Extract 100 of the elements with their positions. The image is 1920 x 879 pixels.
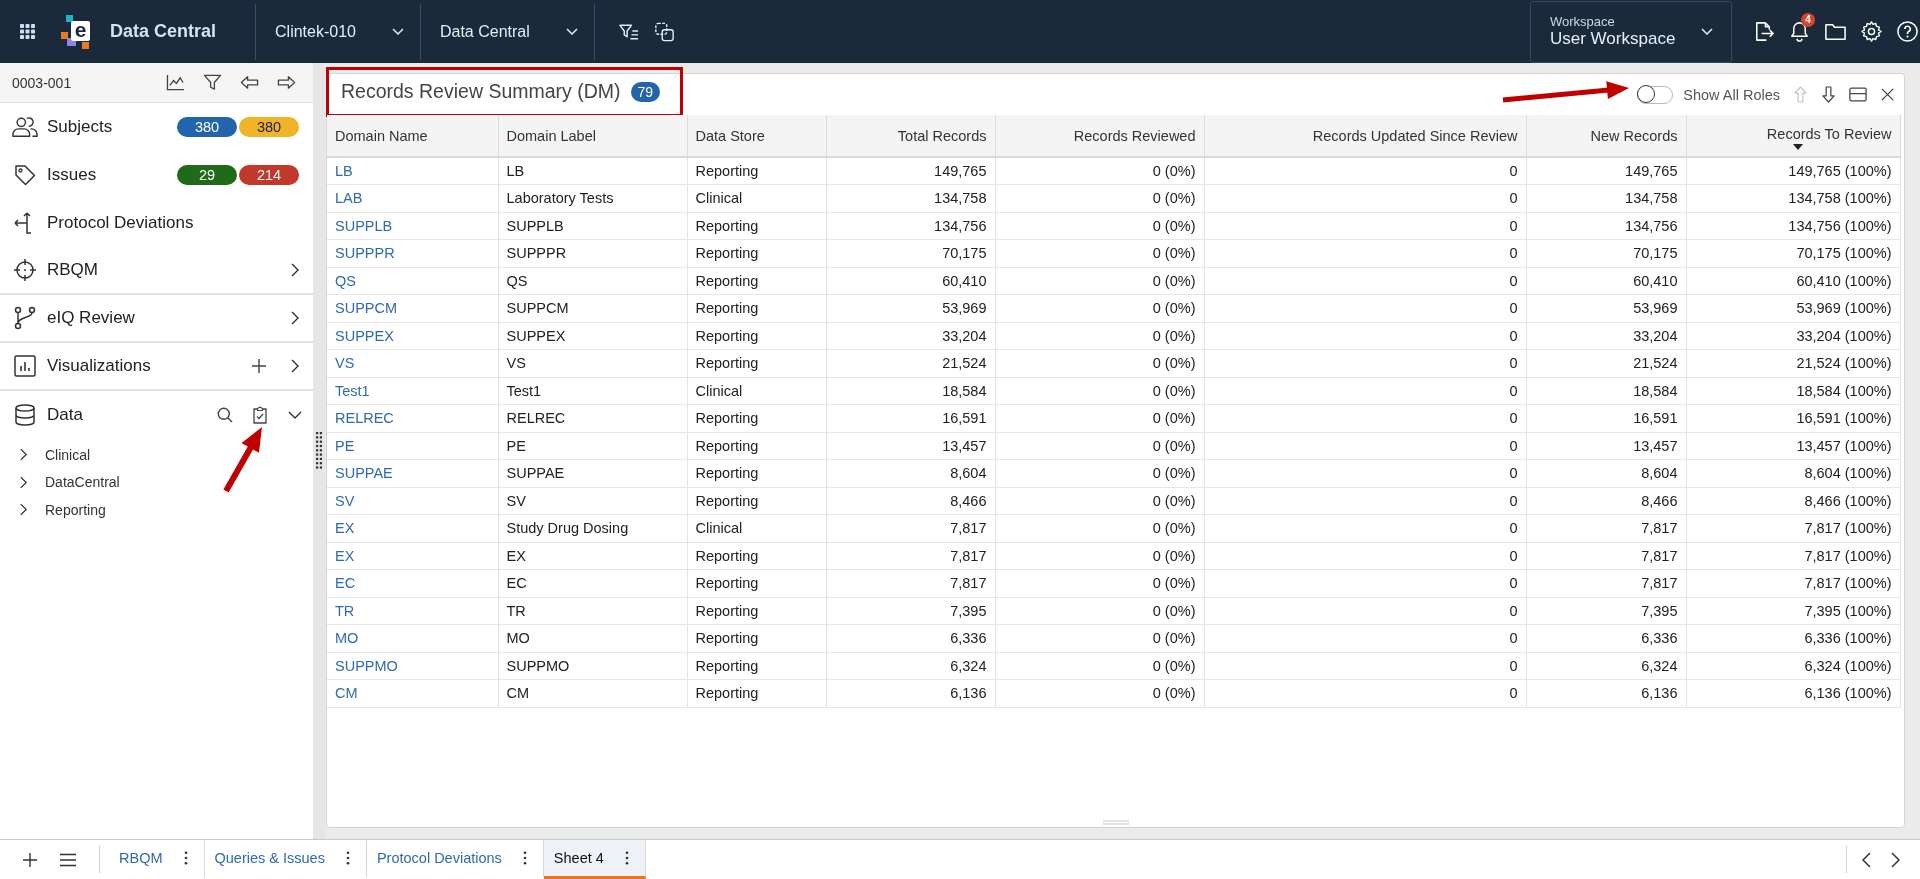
domain-link[interactable]: TR bbox=[335, 602, 355, 619]
sidebar-item[interactable]: RBQM bbox=[12, 258, 98, 282]
table-cell: 0 bbox=[1204, 487, 1526, 515]
apps-grid-icon[interactable] bbox=[20, 24, 35, 39]
chevron-down-icon bbox=[391, 28, 404, 35]
table-cell: Reporting bbox=[687, 542, 826, 570]
domain-link[interactable]: MO bbox=[335, 630, 359, 647]
domain-link[interactable]: SUPPLB bbox=[335, 217, 393, 234]
domain-link[interactable]: SUPPEX bbox=[335, 327, 394, 344]
chevron-right-icon[interactable] bbox=[19, 503, 28, 517]
domain-link[interactable]: RELREC bbox=[335, 410, 394, 427]
domain-link[interactable]: SV bbox=[335, 492, 355, 509]
sidebar-item[interactable]: Data bbox=[12, 403, 83, 427]
three-dots-icon[interactable] bbox=[522, 851, 527, 865]
table-cell: 0 bbox=[1204, 569, 1526, 597]
table-cell: 0 bbox=[1204, 294, 1526, 322]
arrow-down-icon[interactable] bbox=[1821, 86, 1836, 103]
table-cell: Reporting bbox=[687, 322, 826, 350]
table-cell: 6,336 (100%) bbox=[1686, 624, 1900, 652]
drag-handle-icon[interactable] bbox=[316, 432, 322, 470]
table-cell: 0 (0%) bbox=[995, 569, 1204, 597]
domain-link[interactable]: LAB bbox=[335, 190, 363, 207]
close-icon[interactable] bbox=[1880, 86, 1895, 103]
column-header[interactable]: Records Reviewed bbox=[995, 115, 1204, 157]
filter-icon[interactable] bbox=[203, 74, 222, 91]
sheet-tab[interactable]: Sheet 4 bbox=[543, 840, 646, 879]
table-cell: 6,336 bbox=[826, 624, 995, 652]
table-cell: MO bbox=[498, 624, 687, 652]
table-cell: 0 bbox=[1204, 267, 1526, 295]
table-cell: 7,817 bbox=[826, 569, 995, 597]
column-header[interactable]: Records To Review bbox=[1686, 115, 1900, 157]
domain-link[interactable]: Test1 bbox=[335, 382, 370, 399]
count-badge: 380 bbox=[177, 117, 237, 137]
domain-link[interactable]: SUPPPR bbox=[335, 245, 395, 262]
split-panel-icon[interactable] bbox=[1849, 87, 1867, 102]
domain-link[interactable]: SUPPMO bbox=[335, 657, 398, 674]
domain-link[interactable]: SUPPAE bbox=[335, 465, 393, 482]
column-header[interactable]: Data Store bbox=[687, 115, 826, 157]
settings-icon[interactable] bbox=[1860, 20, 1883, 43]
chevron-left-icon[interactable] bbox=[1862, 851, 1871, 868]
study-dropdown[interactable]: Clintek-010 bbox=[275, 0, 404, 63]
domain-link[interactable]: EC bbox=[335, 575, 356, 592]
sidebar-item[interactable]: Issues bbox=[12, 163, 97, 187]
table-cell: 0 bbox=[1204, 404, 1526, 432]
domain-link[interactable]: LB bbox=[335, 163, 353, 179]
line-chart-icon[interactable] bbox=[166, 74, 185, 91]
help-icon[interactable] bbox=[1896, 20, 1919, 43]
chevron-right-icon[interactable] bbox=[19, 448, 28, 462]
search-icon[interactable] bbox=[217, 407, 233, 423]
table-cell: Reporting bbox=[687, 294, 826, 322]
column-header[interactable]: Records Updated Since Review bbox=[1204, 115, 1526, 157]
column-header[interactable]: Domain Label bbox=[498, 115, 687, 157]
menu-icon[interactable] bbox=[60, 851, 76, 868]
tree-item[interactable]: DataCentral bbox=[45, 474, 120, 491]
table-cell: 16,591 (100%) bbox=[1686, 404, 1900, 432]
column-header[interactable]: Domain Name bbox=[327, 115, 498, 157]
bar-chart-icon bbox=[12, 354, 38, 378]
table-cell: 7,395 bbox=[826, 597, 995, 625]
sheet-tab[interactable]: Queries & Issues bbox=[204, 840, 367, 879]
plus-icon[interactable] bbox=[251, 358, 267, 374]
sheet-tab[interactable]: Protocol Deviations bbox=[366, 840, 544, 879]
arrow-left-icon[interactable] bbox=[240, 74, 259, 91]
domain-link[interactable]: VS bbox=[335, 355, 355, 372]
notification-badge: 4 bbox=[1801, 13, 1815, 27]
chevron-right-icon[interactable] bbox=[19, 475, 28, 489]
table-cell: 13,457 (100%) bbox=[1686, 432, 1900, 460]
table-cell: 0 (0%) bbox=[995, 239, 1204, 267]
clipboard-check-icon[interactable] bbox=[253, 406, 267, 424]
table-cell: QS bbox=[498, 267, 687, 295]
sidebar-item[interactable]: Protocol Deviations bbox=[12, 211, 194, 235]
column-header[interactable]: Total Records bbox=[826, 115, 995, 157]
domain-link[interactable]: QS bbox=[335, 272, 356, 289]
tree-item[interactable]: Reporting bbox=[45, 501, 106, 518]
domain-link[interactable]: PE bbox=[335, 437, 355, 454]
tree-item[interactable]: Clinical bbox=[45, 446, 91, 463]
sheet-tab[interactable]: RBQM bbox=[109, 840, 205, 879]
sidebar-item[interactable]: Visualizations bbox=[12, 354, 151, 378]
sidebar-item[interactable]: Subjects bbox=[12, 115, 113, 139]
count-badge: 79 bbox=[630, 81, 661, 102]
plus-icon[interactable] bbox=[22, 851, 38, 868]
module-dropdown[interactable]: Data Central bbox=[439, 0, 578, 63]
domain-link[interactable]: CM bbox=[335, 685, 358, 702]
column-header[interactable]: New Records bbox=[1526, 115, 1686, 157]
table-cell: 21,524 (100%) bbox=[1686, 349, 1900, 377]
toggle-switch[interactable] bbox=[1637, 85, 1674, 104]
three-dots-icon[interactable] bbox=[624, 851, 629, 865]
domain-link[interactable]: EX bbox=[335, 547, 355, 564]
table-cell: 70,175 bbox=[1526, 239, 1686, 267]
sidebar-item[interactable]: eIQ Review bbox=[12, 306, 135, 330]
domain-link[interactable]: EX bbox=[335, 520, 355, 537]
table-cell: SUPPPR bbox=[498, 239, 687, 267]
overlapping-squares-icon[interactable] bbox=[653, 21, 675, 42]
domain-link[interactable]: SUPPCM bbox=[335, 300, 398, 317]
chevron-right-icon[interactable] bbox=[1891, 851, 1900, 868]
workspace-dropdown[interactable]: Workspace User Workspace bbox=[1530, 0, 1732, 63]
resize-grip-icon[interactable] bbox=[1102, 820, 1129, 825]
arrow-right-icon[interactable] bbox=[277, 74, 296, 91]
three-dots-icon[interactable] bbox=[345, 851, 350, 865]
table-cell: 0 (0%) bbox=[995, 487, 1204, 515]
three-dots-icon[interactable] bbox=[183, 851, 188, 865]
